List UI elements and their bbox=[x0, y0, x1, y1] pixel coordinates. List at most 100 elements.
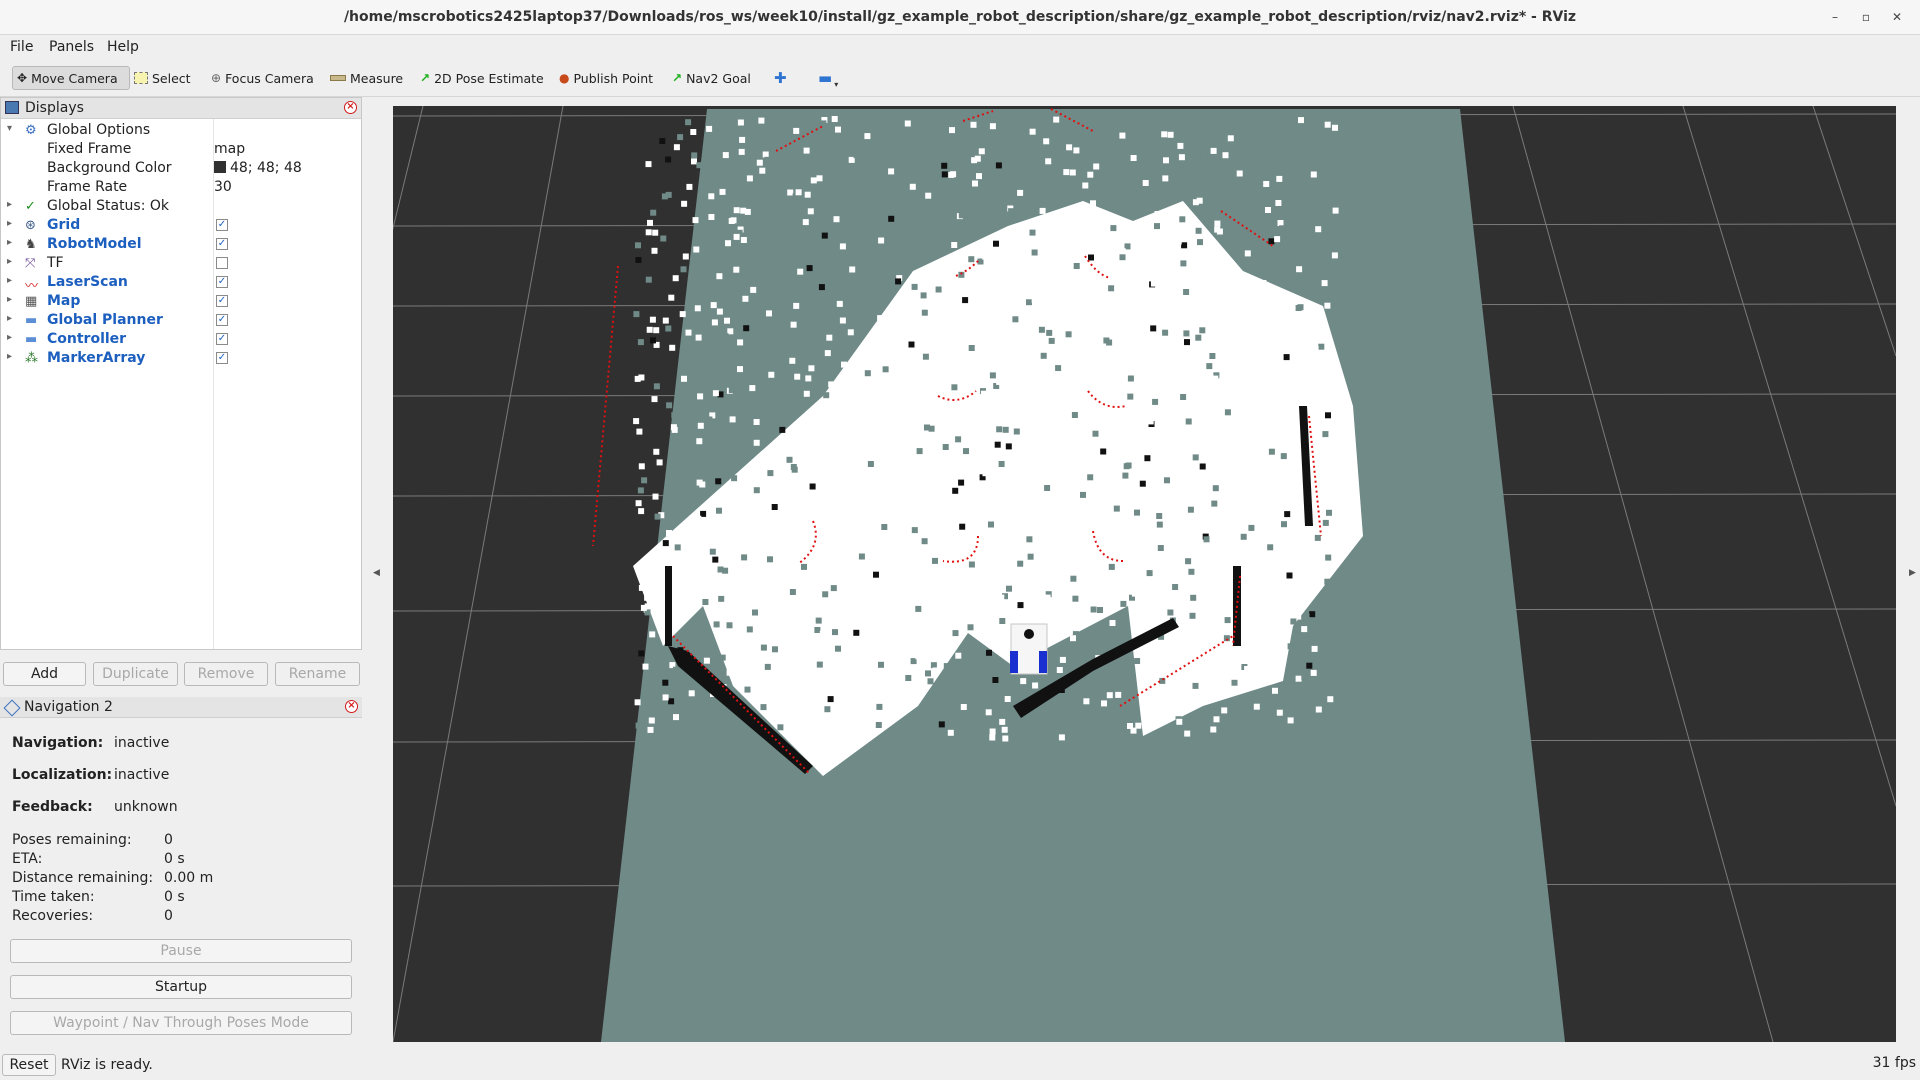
tree-row-map[interactable]: ▸ ▦ Map ✓ bbox=[1, 292, 361, 311]
occupancy-cell bbox=[722, 333, 729, 340]
tree-row-global-options[interactable]: ▾ ⚙ Global Options bbox=[1, 121, 361, 140]
occupancy-cell bbox=[1281, 521, 1287, 528]
add-display-button[interactable]: Add bbox=[3, 662, 86, 686]
collapse-arrow-icon[interactable]: ▾ bbox=[7, 123, 12, 134]
check-icon: ✓ bbox=[25, 199, 36, 214]
tree-row-robotmodel[interactable]: ▸ ♞ RobotModel ✓ bbox=[1, 235, 361, 254]
occupancy-cell bbox=[994, 441, 1001, 448]
occupancy-cell bbox=[822, 591, 829, 598]
right-splitter-arrow-icon[interactable]: ▶ bbox=[1909, 568, 1916, 578]
expand-arrow-icon[interactable]: ▸ bbox=[7, 351, 12, 362]
restore-button[interactable]: ▫ bbox=[1857, 8, 1875, 26]
occupancy-cell bbox=[1026, 299, 1032, 306]
close-navigation-icon[interactable]: × bbox=[345, 700, 358, 713]
occupancy-cell bbox=[695, 515, 702, 522]
close-displays-icon[interactable]: × bbox=[344, 101, 357, 114]
tree-row-controller[interactable]: ▸ ▬ Controller ✓ bbox=[1, 330, 361, 349]
occupancy-cell bbox=[951, 384, 958, 391]
rename-display-button[interactable]: Rename bbox=[275, 662, 360, 686]
tree-row-background-color[interactable]: Background Color 48; 48; 48 bbox=[1, 159, 361, 178]
occupancy-cell bbox=[755, 533, 762, 540]
occupancy-cell bbox=[1150, 325, 1157, 332]
robotmodel-checkbox[interactable]: ✓ bbox=[216, 238, 228, 250]
frame-rate-value[interactable]: 30 bbox=[214, 179, 232, 195]
occupancy-cell bbox=[995, 162, 1002, 169]
expand-arrow-icon[interactable]: ▸ bbox=[7, 313, 12, 324]
tree-row-fixed-frame[interactable]: Fixed Frame map bbox=[1, 140, 361, 159]
occupancy-cell bbox=[903, 539, 909, 546]
occupancy-cell bbox=[814, 627, 821, 633]
occupancy-cell bbox=[1198, 345, 1205, 352]
occupancy-cell bbox=[1025, 278, 1032, 285]
global-planner-checkbox[interactable]: ✓ bbox=[216, 314, 228, 326]
occupancy-cell bbox=[758, 117, 765, 124]
laserscan-checkbox[interactable]: ✓ bbox=[216, 276, 228, 288]
tree-row-laserscan[interactable]: ▸ 〰 LaserScan ✓ bbox=[1, 273, 361, 294]
occupancy-cell bbox=[1305, 390, 1312, 397]
close-window-button[interactable]: ✕ bbox=[1888, 8, 1906, 26]
move-camera-tool[interactable]: ✥ Move Camera bbox=[12, 66, 130, 90]
startup-button[interactable]: Startup bbox=[10, 975, 352, 999]
tree-row-tf[interactable]: ▸ ⤧ TF bbox=[1, 254, 361, 273]
tree-row-frame-rate[interactable]: Frame Rate 30 bbox=[1, 178, 361, 197]
duplicate-display-button[interactable]: Duplicate bbox=[93, 662, 178, 686]
measure-tool[interactable]: Measure bbox=[326, 66, 407, 90]
occupancy-cell bbox=[835, 500, 842, 506]
reset-button[interactable]: Reset bbox=[2, 1054, 56, 1076]
occupancy-cell bbox=[952, 630, 959, 637]
occupancy-cell bbox=[989, 734, 996, 741]
occupancy-cell bbox=[803, 390, 810, 397]
scene-canvas[interactable] bbox=[393, 106, 1896, 1042]
render-view[interactable] bbox=[393, 106, 1896, 1042]
focus-camera-tool[interactable]: ⊕ Focus Camera bbox=[207, 66, 318, 90]
expand-arrow-icon[interactable]: ▸ bbox=[7, 332, 12, 343]
tree-row-markerarray[interactable]: ▸ ⁂ MarkerArray ✓ bbox=[1, 349, 361, 368]
nav2-goal-tool[interactable]: ↗ Nav2 Goal bbox=[668, 66, 755, 90]
menu-help[interactable]: Help bbox=[107, 39, 139, 55]
background-color-value[interactable]: 48; 48; 48 bbox=[214, 160, 302, 176]
occupancy-cell bbox=[850, 714, 857, 721]
occupancy-cell bbox=[709, 548, 716, 555]
remove-display-button[interactable]: Remove bbox=[184, 662, 268, 686]
tree-row-global-planner[interactable]: ▸ ▬ Global Planner ✓ bbox=[1, 311, 361, 330]
tree-row-grid[interactable]: ▸ ⊛ Grid ✓ bbox=[1, 216, 361, 235]
occupancy-cell bbox=[941, 438, 948, 445]
occupancy-cell bbox=[744, 490, 751, 497]
pose-estimate-tool[interactable]: ↗ 2D Pose Estimate bbox=[416, 66, 548, 90]
occupancy-cell bbox=[650, 337, 656, 344]
left-splitter-arrow-icon[interactable]: ◀ bbox=[373, 568, 380, 578]
expand-arrow-icon[interactable]: ▸ bbox=[7, 275, 12, 286]
expand-arrow-icon[interactable]: ▸ bbox=[7, 199, 12, 210]
occupancy-cell bbox=[1043, 138, 1050, 145]
waypoint-mode-button[interactable]: Waypoint / Nav Through Poses Mode bbox=[10, 1011, 352, 1035]
occupancy-cell bbox=[853, 211, 860, 218]
pause-button[interactable]: Pause bbox=[10, 939, 352, 963]
occupancy-cell bbox=[905, 230, 912, 236]
occupancy-cell bbox=[703, 657, 710, 664]
controller-checkbox[interactable]: ✓ bbox=[216, 333, 228, 345]
select-tool[interactable]: Select bbox=[130, 66, 195, 90]
menu-panels[interactable]: Panels bbox=[49, 39, 94, 55]
tree-row-global-status[interactable]: ▸ ✓ Global Status: Ok bbox=[1, 197, 361, 216]
remove-tool-icon[interactable]: ▬ ▾ bbox=[814, 66, 842, 90]
occupancy-cell bbox=[947, 729, 954, 736]
occupancy-cell bbox=[784, 597, 790, 604]
occupancy-cell bbox=[803, 699, 810, 706]
navigation-panel: Navigation 2 × Navigation: inactive Loca… bbox=[0, 697, 362, 1047]
expand-arrow-icon[interactable]: ▸ bbox=[7, 294, 12, 305]
occupancy-cell bbox=[858, 553, 865, 560]
menu-file[interactable]: File bbox=[10, 39, 33, 55]
publish-point-tool[interactable]: ● Publish Point bbox=[555, 66, 657, 90]
occupancy-cell bbox=[797, 268, 804, 275]
tf-checkbox[interactable] bbox=[216, 257, 228, 269]
expand-arrow-icon[interactable]: ▸ bbox=[7, 218, 12, 229]
minimize-button[interactable]: – bbox=[1826, 8, 1844, 26]
add-tool-icon[interactable]: ✚ bbox=[770, 66, 791, 90]
occupancy-cell bbox=[783, 351, 789, 358]
expand-arrow-icon[interactable]: ▸ bbox=[7, 237, 12, 248]
grid-checkbox[interactable]: ✓ bbox=[216, 219, 228, 231]
expand-arrow-icon[interactable]: ▸ bbox=[7, 256, 12, 267]
fixed-frame-value[interactable]: map bbox=[214, 141, 245, 157]
map-checkbox[interactable]: ✓ bbox=[216, 295, 228, 307]
markerarray-checkbox[interactable]: ✓ bbox=[216, 352, 228, 364]
